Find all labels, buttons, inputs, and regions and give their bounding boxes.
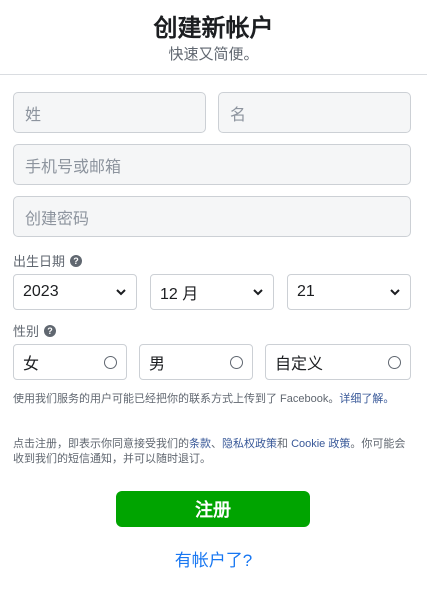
question-circle-icon[interactable]: ? [70,254,83,267]
password-input[interactable]: 创建密码 [13,196,411,237]
contact-input[interactable]: 手机号或邮箱 [13,144,411,185]
signup-button[interactable]: 注册 [116,491,310,527]
gender-label-text: 性别 [13,324,40,339]
gender-label: 性别 ? [13,321,57,340]
page-title: 创建新帐户 [153,15,274,42]
gender-option-label: 自定义 [275,356,324,373]
page-subtitle: 快速又简便。 [168,46,259,63]
radio-button[interactable] [230,355,243,369]
last-name-input[interactable]: 名 [218,92,411,133]
gender-option-male[interactable]: 男 [139,344,253,380]
have-account-link[interactable]: 有帐户了? [0,546,427,571]
gender-option-custom[interactable]: 自定义 [265,344,411,380]
gender-option-female[interactable]: 女 [13,344,127,380]
chevron-down-icon [390,289,400,296]
day-select[interactable]: 21 [287,274,411,310]
birthday-label-text: 出生日期 [13,254,66,269]
chevron-down-icon [116,289,126,296]
gender-option-label: 女 [23,356,40,373]
chevron-down-icon [253,289,263,296]
birthday-label: 出生日期 ? [13,251,83,270]
month-select[interactable]: 12 月 [150,274,274,310]
terms-note: 点击注册，即表示你同意接受我们的条款、隐私权政策和 Cookie 政策。你可能会… [13,437,411,467]
cookie-policy-link[interactable]: Cookie 政策 [291,438,350,450]
header: 创建新帐户 快速又简便。 [0,0,427,75]
month-value: 12 月 [160,286,199,303]
question-circle-icon[interactable]: ? [44,324,57,337]
contact-upload-note: 使用我们服务的用户可能已经把你的联系方式上传到了 Facebook。详细了解。 [13,392,411,407]
year-select[interactable]: 2023 [13,274,137,310]
terms-and: 和 [277,438,292,450]
privacy-policy-link[interactable]: 隐私权政策 [222,438,277,450]
terms-prefix: 点击注册，即表示你同意接受我们的 [13,438,189,450]
radio-button[interactable] [104,355,117,369]
contact-upload-text: 使用我们服务的用户可能已经把你的联系方式上传到了 Facebook。 [13,393,340,405]
terms-link[interactable]: 条款 [189,438,211,450]
terms-separator: 、 [211,438,222,450]
gender-option-label: 男 [149,356,166,373]
learn-more-link[interactable]: 详细了解。 [339,393,394,405]
first-name-input[interactable]: 姓 [13,92,206,133]
day-value: 21 [297,283,315,300]
radio-button[interactable] [388,355,401,369]
year-value: 2023 [23,283,59,300]
